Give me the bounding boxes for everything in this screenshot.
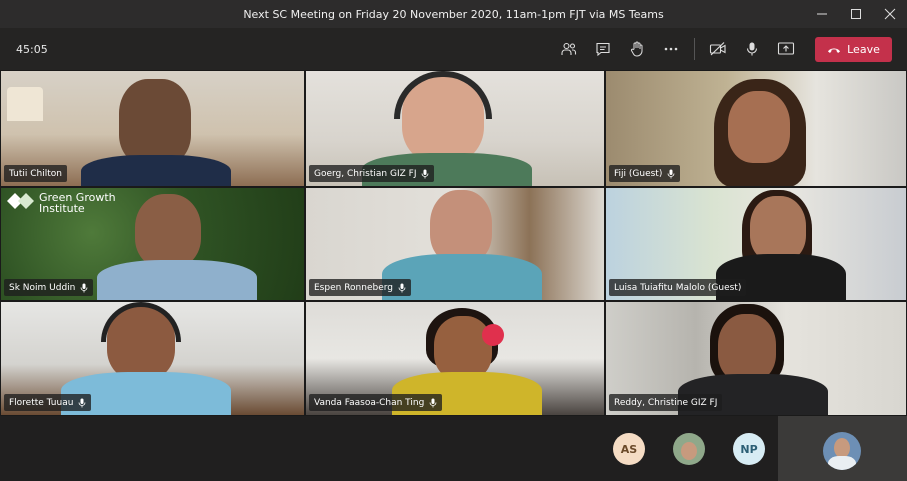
participant-name-tag: Florette Tuuau	[4, 394, 92, 411]
chat-icon[interactable]	[586, 34, 620, 64]
title-bar: Next SC Meeting on Friday 20 November 20…	[0, 0, 907, 28]
self-view-tile[interactable]	[778, 416, 907, 481]
participants-icon[interactable]	[552, 34, 586, 64]
video-tile[interactable]: Green Growth Institute Sk Noim Uddin	[0, 187, 305, 301]
flower-accessory	[482, 324, 504, 346]
participant-name: Florette Tuuau	[9, 397, 74, 408]
logo-icon	[7, 193, 34, 209]
participant-video	[430, 190, 492, 264]
minimize-icon[interactable]	[805, 0, 839, 28]
close-icon[interactable]	[873, 0, 907, 28]
participant-video	[728, 91, 790, 163]
video-grid: Tutii Chilton Goerg, Christian GIZ FJ Fi…	[0, 70, 907, 416]
participant-body	[97, 260, 257, 300]
video-tile[interactable]: Espen Ronneberg	[305, 187, 605, 301]
microphone-icon[interactable]	[735, 34, 769, 64]
participant-name-tag: Vanda Faasoa-Chan Ting	[309, 394, 443, 411]
video-tile[interactable]: Luisa Tuiafitu Malolo (Guest)	[605, 187, 907, 301]
maximize-icon[interactable]	[839, 0, 873, 28]
window-title: Next SC Meeting on Friday 20 November 20…	[243, 7, 664, 21]
participant-video	[135, 194, 201, 268]
participant-name: Reddy, Christine GIZ FJ	[614, 397, 718, 408]
participant-name: Luisa Tuiafitu Malolo (Guest)	[614, 282, 742, 293]
video-tile[interactable]: Vanda Faasoa-Chan Ting	[305, 301, 605, 416]
video-tile[interactable]: Goerg, Christian GIZ FJ	[305, 70, 605, 187]
participant-video	[434, 316, 492, 380]
participant-name-tag: Reddy, Christine GIZ FJ	[609, 394, 723, 411]
avatar-photo	[681, 442, 697, 460]
microphone-icon	[79, 398, 86, 407]
microphone-icon	[422, 169, 429, 178]
video-tile[interactable]: Florette Tuuau	[0, 301, 305, 416]
participant-video	[119, 79, 191, 165]
self-view-avatar	[823, 432, 861, 470]
participant-name: Tutii Chilton	[9, 168, 62, 179]
camera-off-icon[interactable]	[701, 34, 735, 64]
participant-name-tag: Tutii Chilton	[4, 165, 67, 182]
participant-lamp	[7, 87, 43, 121]
participant-name: Vanda Faasoa-Chan Ting	[314, 397, 425, 408]
logo-text-line: Institute	[39, 202, 85, 215]
microphone-icon	[429, 398, 437, 407]
raise-hand-icon[interactable]	[620, 34, 654, 64]
hang-up-icon	[828, 48, 841, 53]
participant-name: Sk Noim Uddin	[9, 282, 76, 293]
meeting-toolbar: 45:05 Leave	[0, 28, 907, 70]
avatar-initials: AS	[620, 442, 638, 456]
video-tile[interactable]: Reddy, Christine GIZ FJ	[605, 301, 907, 416]
meeting-controls	[552, 34, 803, 64]
participant-video	[750, 196, 806, 262]
participant-name: Espen Ronneberg	[314, 282, 393, 293]
avatar-photo	[834, 438, 850, 458]
green-growth-institute-logo: Green Growth Institute	[5, 190, 116, 214]
participant-video	[718, 314, 776, 382]
microphone-icon	[398, 283, 406, 292]
video-tile[interactable]: Fiji (Guest)	[605, 70, 907, 187]
overflow-participants-bar	[0, 416, 907, 481]
meeting-timer: 45:05	[16, 43, 48, 56]
logo-text: Green Growth Institute	[39, 190, 116, 214]
microphone-icon	[667, 169, 675, 178]
share-screen-icon[interactable]	[769, 34, 803, 64]
avatar[interactable]: NP	[733, 433, 765, 465]
leave-button[interactable]: Leave	[815, 37, 892, 62]
participant-body	[81, 155, 231, 186]
participant-name-tag: Goerg, Christian GIZ FJ	[309, 165, 435, 182]
more-icon[interactable]	[654, 34, 688, 64]
participant-name: Fiji (Guest)	[614, 168, 663, 179]
avatar[interactable]	[673, 433, 705, 465]
participant-name-tag: Fiji (Guest)	[609, 165, 681, 182]
participant-name: Goerg, Christian GIZ FJ	[314, 168, 417, 179]
participant-name-tag: Espen Ronneberg	[309, 279, 411, 296]
avatar-initials: NP	[740, 442, 758, 456]
window-controls	[805, 0, 907, 28]
microphone-icon	[80, 283, 88, 292]
toolbar-divider	[694, 38, 695, 60]
participant-name-tag: Luisa Tuiafitu Malolo (Guest)	[609, 279, 747, 296]
avatar[interactable]: AS	[613, 433, 645, 465]
video-tile[interactable]: Tutii Chilton	[0, 70, 305, 187]
leave-label: Leave	[847, 43, 880, 56]
avatar-photo-body	[828, 456, 856, 470]
participant-name-tag: Sk Noim Uddin	[4, 279, 94, 296]
